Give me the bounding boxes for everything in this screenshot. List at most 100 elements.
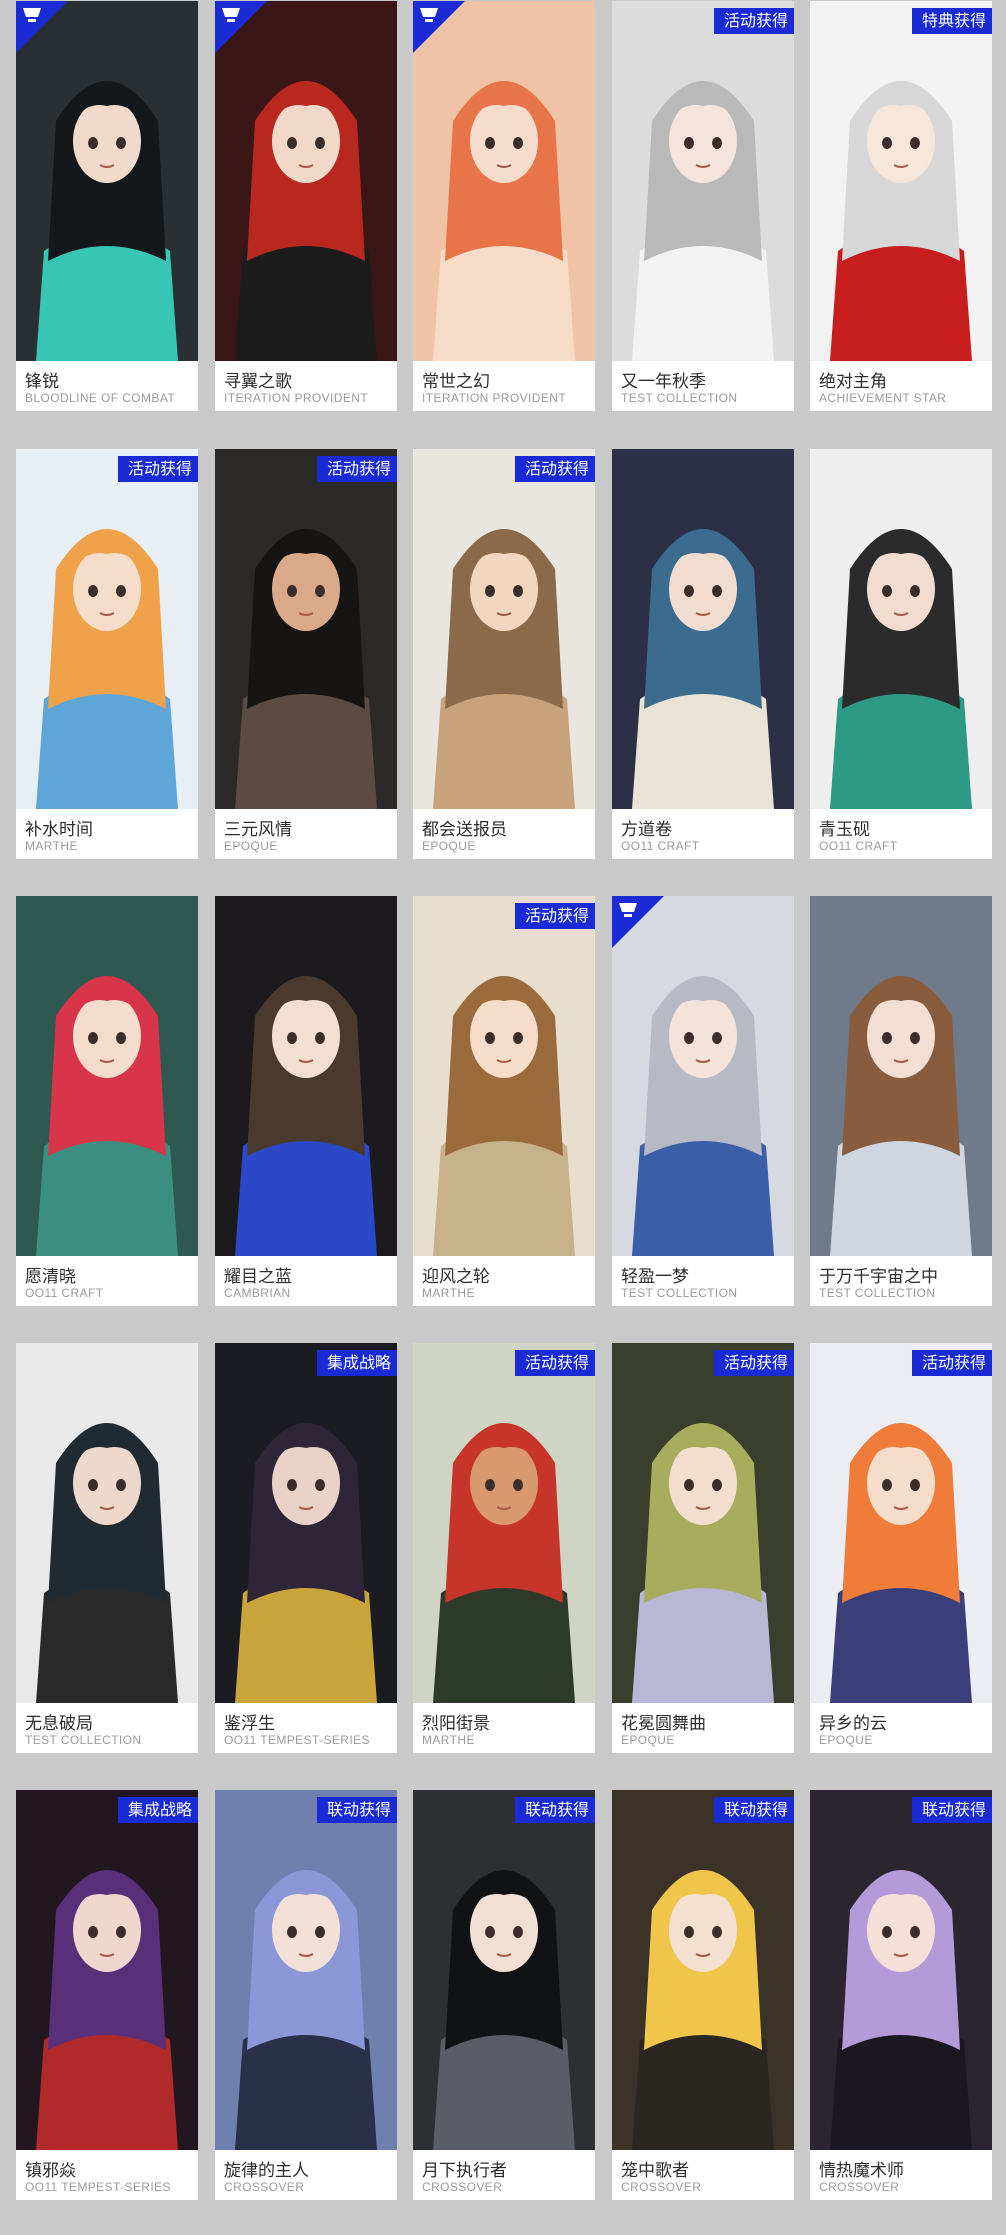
source-tag: 活动获得	[713, 8, 794, 34]
skin-card[interactable]: 于万千宇宙之中 TEST COLLECTION	[810, 896, 992, 1306]
skin-card[interactable]: 联动获得 旋律的主人 CROSSOVER	[215, 1790, 397, 2200]
special-skin-icon	[16, 1, 68, 53]
skin-name: 方道卷	[621, 820, 672, 840]
skin-name: 青玉砚	[819, 820, 870, 840]
skin-series: TEST COLLECTION	[621, 1286, 738, 1300]
skin-artwork	[810, 1, 992, 361]
skin-series: OO11 CRAFT	[25, 1286, 104, 1300]
skin-name: 三元风情	[224, 820, 292, 840]
skin-info: 都会送报员 EPOQUE	[413, 809, 595, 859]
skin-artwork	[810, 1343, 992, 1703]
skin-series: TEST COLLECTION	[25, 1733, 142, 1747]
skin-info: 补水时间 MARTHE	[16, 809, 198, 859]
skin-series: CROSSOVER	[224, 2180, 305, 2194]
skin-info: 绝对主角 ACHIEVEMENT STAR	[810, 361, 992, 411]
skin-artwork	[215, 896, 397, 1256]
skin-name: 又一年秋季	[621, 372, 706, 392]
skin-card[interactable]: 活动获得 烈阳街景 MARTHE	[413, 1343, 595, 1753]
skin-card[interactable]: 青玉砚 OO11 CRAFT	[810, 449, 992, 859]
skin-card[interactable]: 联动获得 情热魔术师 CROSSOVER	[810, 1790, 992, 2200]
special-skin-icon	[215, 1, 267, 53]
source-tag: 活动获得	[514, 1350, 595, 1376]
skin-info: 三元风情 EPOQUE	[215, 809, 397, 859]
skin-card[interactable]: 活动获得迎风之轮 MARTHE	[413, 896, 595, 1306]
source-tag: 活动获得	[316, 456, 397, 482]
skin-name: 旋律的主人	[224, 2161, 309, 2181]
skin-name: 耀目之蓝	[224, 1267, 292, 1287]
skin-name: 情热魔术师	[819, 2161, 904, 2181]
skin-series: CROSSOVER	[422, 2180, 503, 2194]
source-tag: 特典获得	[911, 8, 992, 34]
skin-card[interactable]: 愿清晓 OO11 CRAFT	[16, 896, 198, 1306]
skin-series: CROSSOVER	[819, 2180, 900, 2194]
skin-artwork	[413, 449, 595, 809]
source-tag: 活动获得	[117, 456, 198, 482]
skin-artwork	[612, 896, 794, 1256]
skin-name: 补水时间	[25, 820, 93, 840]
skin-artwork	[612, 449, 794, 809]
skin-series: EPOQUE	[422, 839, 476, 853]
skin-name: 常世之幻	[422, 372, 490, 392]
skin-series: CROSSOVER	[621, 2180, 702, 2194]
skin-info: 旋律的主人 CROSSOVER	[215, 2150, 397, 2200]
skin-name: 花冕圆舞曲	[621, 1714, 706, 1734]
skin-card[interactable]: 活动获得 花冕圆舞曲 EPOQUE	[612, 1343, 794, 1753]
skin-name: 绝对主角	[819, 372, 887, 392]
skin-info: 鉴浮生 OO11 TEMPEST-SERIES	[215, 1703, 397, 1753]
skin-name: 都会送报员	[422, 820, 507, 840]
skin-info: 又一年秋季 TEST COLLECTION	[612, 361, 794, 411]
skin-card[interactable]: 锋锐 BLOODLINE OF COMBAT	[16, 1, 198, 411]
skin-series: OO11 TEMPEST-SERIES	[25, 2180, 171, 2194]
skin-artwork	[16, 896, 198, 1256]
skin-info: 花冕圆舞曲 EPOQUE	[612, 1703, 794, 1753]
skin-card[interactable]: 特典获得绝对主角 ACHIEVEMENT STAR	[810, 1, 992, 411]
skin-series: ITERATION PROVIDENT	[224, 391, 369, 405]
source-tag: 活动获得	[514, 903, 595, 929]
skin-card[interactable]: 寻翼之歌 ITERATION PROVIDENT	[215, 1, 397, 411]
skin-info: 寻翼之歌 ITERATION PROVIDENT	[215, 361, 397, 411]
skin-card[interactable]: 常世之幻 ITERATION PROVIDENT	[413, 1, 595, 411]
skin-series: EPOQUE	[819, 1733, 873, 1747]
skin-info: 方道卷 OO11 CRAFT	[612, 809, 794, 859]
skin-artwork	[612, 1343, 794, 1703]
skin-info: 耀目之蓝 CAMBRIAN	[215, 1256, 397, 1306]
skin-card[interactable]: 集成战略镇邪焱 OO11 TEMPEST-SERIES	[16, 1790, 198, 2200]
skin-info: 青玉砚 OO11 CRAFT	[810, 809, 992, 859]
source-tag: 活动获得	[514, 456, 595, 482]
skin-series: MARTHE	[422, 1286, 475, 1300]
skin-card[interactable]: 活动获得补水时间 MARTHE	[16, 449, 198, 859]
skin-series: BLOODLINE OF COMBAT	[25, 391, 176, 405]
skin-card[interactable]: 集成战略鉴浮生 OO11 TEMPEST-SERIES	[215, 1343, 397, 1753]
skin-card[interactable]: 活动获得又一年秋季 TEST COLLECTION	[612, 1, 794, 411]
skin-info: 于万千宇宙之中 TEST COLLECTION	[810, 1256, 992, 1306]
skin-series: OO11 CRAFT	[621, 839, 700, 853]
source-tag: 集成战略	[117, 1797, 198, 1823]
skin-series: MARTHE	[25, 839, 78, 853]
skin-card[interactable]: 活动获得都会送报员 EPOQUE	[413, 449, 595, 859]
skin-name: 轻盈一梦	[621, 1267, 689, 1287]
skin-card[interactable]: 方道卷 OO11 CRAFT	[612, 449, 794, 859]
skin-artwork	[215, 1790, 397, 2150]
skin-series: OO11 TEMPEST-SERIES	[224, 1733, 370, 1747]
skin-info: 迎风之轮 MARTHE	[413, 1256, 595, 1306]
skin-card[interactable]: 活动获得三元风情 EPOQUE	[215, 449, 397, 859]
skin-card[interactable]: 活动获得 异乡的云 EPOQUE	[810, 1343, 992, 1753]
skin-card[interactable]: 耀目之蓝 CAMBRIAN	[215, 896, 397, 1306]
skin-card[interactable]: 联动获得 笼中歌者 CROSSOVER	[612, 1790, 794, 2200]
skin-artwork	[810, 1790, 992, 2150]
skin-name: 锋锐	[25, 372, 59, 392]
skin-series: ITERATION PROVIDENT	[422, 391, 567, 405]
skin-series: TEST COLLECTION	[621, 391, 738, 405]
skin-grid: 锋锐 BLOODLINE OF COMBAT 寻翼之歌 ITERATION PROVI…	[0, 0, 1006, 2235]
special-skin-icon	[413, 1, 465, 53]
skin-info: 镇邪焱 OO11 TEMPEST-SERIES	[16, 2150, 198, 2200]
source-tag: 集成战略	[316, 1350, 397, 1376]
skin-info: 常世之幻 ITERATION PROVIDENT	[413, 361, 595, 411]
skin-series: EPOQUE	[621, 1733, 675, 1747]
source-tag: 活动获得	[911, 1350, 992, 1376]
skin-info: 情热魔术师 CROSSOVER	[810, 2150, 992, 2200]
skin-card[interactable]: 联动获得 月下执行者 CROSSOVER	[413, 1790, 595, 2200]
skin-card[interactable]: 轻盈一梦 TEST COLLECTION	[612, 896, 794, 1306]
skin-card[interactable]: 无息破局 TEST COLLECTION	[16, 1343, 198, 1753]
skin-artwork	[215, 1343, 397, 1703]
